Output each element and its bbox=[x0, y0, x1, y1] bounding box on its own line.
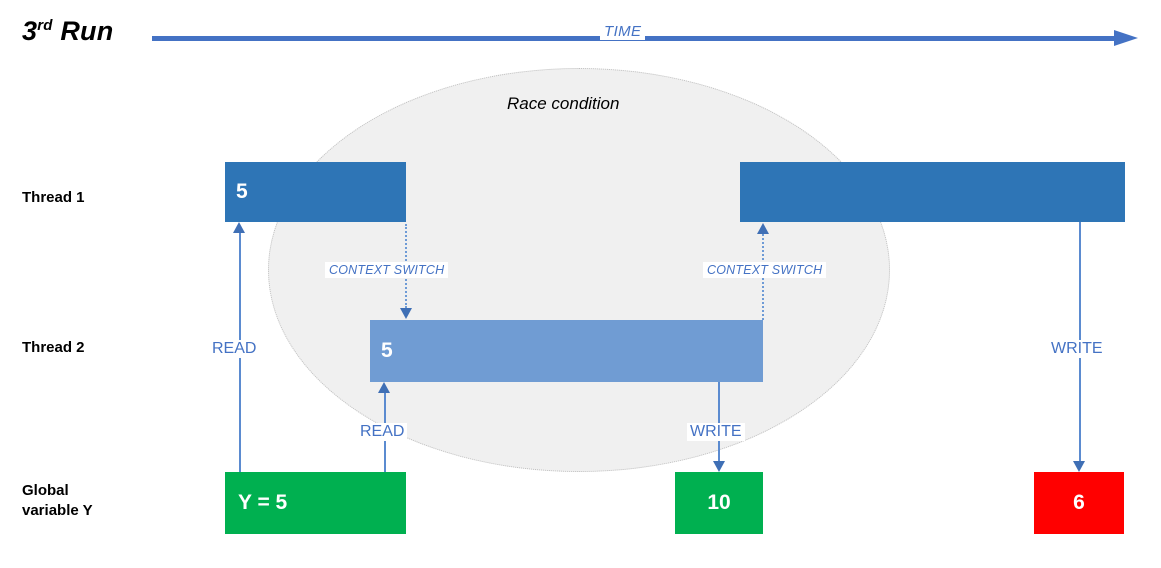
context-switch-1-arrow-head bbox=[400, 308, 412, 319]
global-value-initial: Y = 5 bbox=[238, 491, 288, 514]
global-value-box-initial: Y = 5 bbox=[225, 472, 406, 534]
edge-label-write-thread1: WRITE bbox=[1048, 340, 1106, 358]
edge-label-write-thread2: WRITE bbox=[687, 423, 745, 441]
global-label-line2: variable Y bbox=[22, 502, 93, 520]
title-word: Run bbox=[52, 16, 114, 46]
write-thread2-arrow-head bbox=[713, 461, 725, 472]
title-ordinal-suffix: rd bbox=[37, 17, 53, 34]
read-thread2-arrow-head bbox=[378, 382, 390, 393]
global-value-final: 6 bbox=[1073, 491, 1085, 514]
global-value-after-thread2: 10 bbox=[707, 491, 731, 514]
write-thread1-arrow-head bbox=[1073, 461, 1085, 472]
thread1-block-increment: 5 + 1 bbox=[740, 162, 1125, 222]
arrow-right-icon bbox=[1114, 30, 1138, 46]
edge-label-context-switch-2: CONTEXT SWITCH bbox=[703, 262, 827, 278]
row-label-thread1: Thread 1 bbox=[22, 189, 85, 206]
edge-label-context-switch-1: CONTEXT SWITCH bbox=[325, 262, 449, 278]
row-label-thread2: Thread 2 bbox=[22, 339, 85, 356]
edge-label-read-thread1: READ bbox=[209, 340, 260, 358]
edge-label-read-thread2: READ bbox=[357, 423, 408, 441]
write-thread2-arrow-line bbox=[718, 382, 720, 462]
race-condition-diagram: 3rd Run TIME Race condition Thread 1 Thr… bbox=[0, 0, 1161, 568]
read-thread1-arrow-head bbox=[233, 222, 245, 233]
time-axis-label: TIME bbox=[600, 23, 646, 40]
thread2-block: 5 5 x 2 bbox=[370, 320, 763, 382]
global-value-box-final: 6 bbox=[1034, 472, 1124, 534]
title-number: 3 bbox=[22, 16, 38, 46]
thread1-block-read-value: 5 bbox=[236, 180, 248, 203]
global-value-box-after-thread2: 10 bbox=[675, 472, 763, 534]
thread1-block-read: 5 bbox=[225, 162, 406, 222]
thread2-block-value: 5 bbox=[381, 339, 393, 362]
global-label-line1: Global bbox=[22, 482, 69, 499]
race-condition-label: Race condition bbox=[507, 94, 620, 113]
row-label-global-variable: Global variable Y bbox=[22, 481, 93, 522]
page-title: 3rd Run bbox=[22, 16, 113, 47]
context-switch-2-arrow-head bbox=[757, 223, 769, 234]
